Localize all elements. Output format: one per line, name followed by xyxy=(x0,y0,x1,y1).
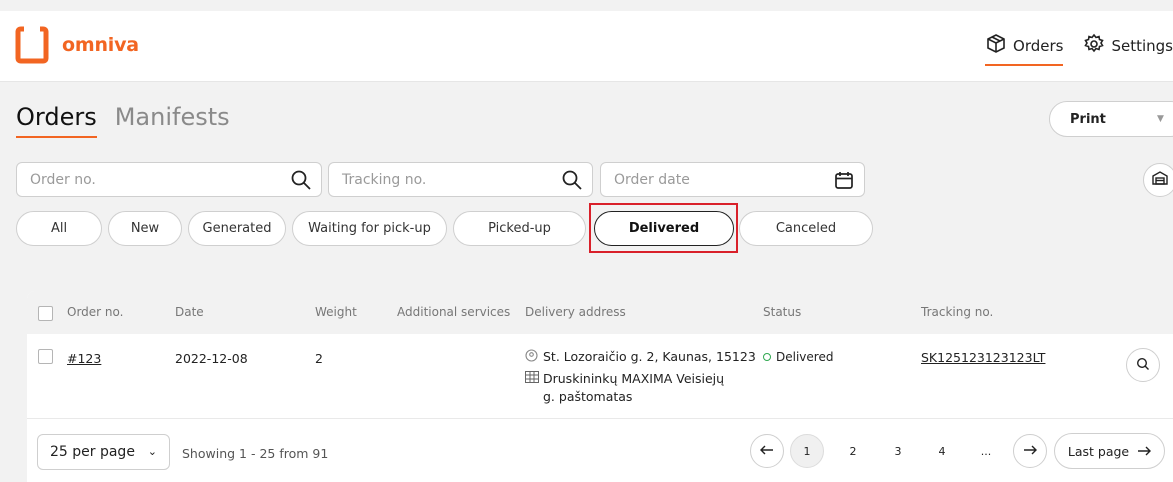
order-weight: 2 xyxy=(315,351,323,366)
status-label: Delivered xyxy=(776,350,834,364)
arrow-right-icon xyxy=(1023,445,1037,458)
page-4[interactable]: 4 xyxy=(925,434,959,468)
order-date-placeholder: Order date xyxy=(614,171,690,188)
tracking-number-link[interactable]: SK125123123123LT xyxy=(921,350,1045,365)
table-header: Order no. Date Weight Additional service… xyxy=(27,291,1173,334)
package-icon xyxy=(985,33,1013,59)
omniva-logo-mark xyxy=(15,26,49,64)
per-page-value: 25 per page xyxy=(50,444,135,460)
warehouse-button[interactable] xyxy=(1143,163,1173,197)
order-date-input[interactable]: Order date xyxy=(600,162,865,197)
order-no-placeholder: Order no. xyxy=(30,171,96,188)
page-tabs: Orders Manifests xyxy=(16,103,248,138)
delivery-address: St. Lozoraičio g. 2, Kaunas, 15123 xyxy=(543,349,756,364)
filter-all[interactable]: All xyxy=(16,211,102,246)
row-checkbox[interactable] xyxy=(38,349,53,364)
view-order-button[interactable] xyxy=(1126,348,1160,382)
table-divider xyxy=(27,418,1173,419)
location-pin-icon xyxy=(525,349,538,365)
last-page-button[interactable]: Last page xyxy=(1054,433,1165,469)
parcel-terminal-icon xyxy=(525,371,539,386)
nav-orders-label: Orders xyxy=(1013,37,1064,55)
select-all-checkbox[interactable] xyxy=(38,306,53,321)
page-1[interactable]: 1 xyxy=(790,434,824,468)
filter-generated[interactable]: Generated xyxy=(188,211,286,246)
page-ellipsis: ... xyxy=(980,444,992,458)
nav-settings-label: Settings xyxy=(1111,37,1173,55)
order-date: 2022-12-08 xyxy=(175,351,248,366)
column-delivery-address[interactable]: Delivery address xyxy=(525,305,626,319)
brand-name: omniva xyxy=(62,34,139,56)
prev-page-button[interactable] xyxy=(750,434,784,468)
tab-orders[interactable]: Orders xyxy=(16,103,97,138)
tab-manifests[interactable]: Manifests xyxy=(115,103,230,137)
print-label: Print xyxy=(1070,111,1106,127)
filter-delivered[interactable]: Delivered xyxy=(594,211,734,246)
order-number-link[interactable]: #123 xyxy=(67,351,101,366)
page-3[interactable]: 3 xyxy=(881,434,915,468)
gear-icon xyxy=(1083,33,1111,59)
filter-new[interactable]: New xyxy=(108,211,182,246)
parcel-terminal-name: Druskininkų MAXIMA Veisiejų xyxy=(543,371,725,386)
orders-table: Order no. Date Weight Additional service… xyxy=(27,291,1173,482)
search-icon[interactable] xyxy=(290,169,312,195)
chevron-down-icon: ⌄ xyxy=(147,445,157,458)
column-tracking-no[interactable]: Tracking no. xyxy=(921,305,993,319)
column-order-no[interactable]: Order no. xyxy=(67,305,123,319)
arrow-right-icon xyxy=(1137,444,1152,459)
omniva-logo[interactable]: omniva xyxy=(15,26,139,64)
print-dropdown[interactable]: Print ▼ xyxy=(1049,101,1173,137)
filter-waiting-for-pick-up[interactable]: Waiting for pick-up xyxy=(292,211,447,246)
top-nav: Orders Settings xyxy=(965,33,1173,66)
parcel-terminal-name-cont: g. paštomatas xyxy=(543,389,633,404)
top-bar: omniva Orders Settings xyxy=(0,11,1173,82)
status-badge: Delivered xyxy=(763,350,833,364)
filter-canceled[interactable]: Canceled xyxy=(739,211,873,246)
tracking-no-placeholder: Tracking no. xyxy=(342,171,427,188)
calendar-icon[interactable] xyxy=(833,169,855,195)
chevron-down-icon: ▼ xyxy=(1157,114,1164,124)
column-date[interactable]: Date xyxy=(175,305,204,319)
column-weight[interactable]: Weight xyxy=(315,305,357,319)
tracking-no-input[interactable]: Tracking no. xyxy=(328,162,593,197)
page-2[interactable]: 2 xyxy=(836,434,870,468)
order-no-input[interactable]: Order no. xyxy=(16,162,322,197)
search-icon xyxy=(1136,356,1150,375)
nav-orders[interactable]: Orders xyxy=(985,33,1064,66)
column-status[interactable]: Status xyxy=(763,305,801,319)
arrow-left-icon xyxy=(760,445,774,458)
filter-picked-up[interactable]: Picked-up xyxy=(453,211,586,246)
next-page-button[interactable] xyxy=(1013,434,1047,468)
status-dot xyxy=(763,353,771,361)
warehouse-icon xyxy=(1151,169,1169,191)
nav-settings[interactable]: Settings xyxy=(1083,33,1173,59)
results-count: Showing 1 - 25 from 91 xyxy=(182,446,329,461)
column-additional-services[interactable]: Additional services xyxy=(397,305,510,319)
last-page-label: Last page xyxy=(1067,443,1130,459)
search-icon[interactable] xyxy=(561,169,583,195)
per-page-select[interactable]: 25 per page ⌄ xyxy=(37,434,170,470)
